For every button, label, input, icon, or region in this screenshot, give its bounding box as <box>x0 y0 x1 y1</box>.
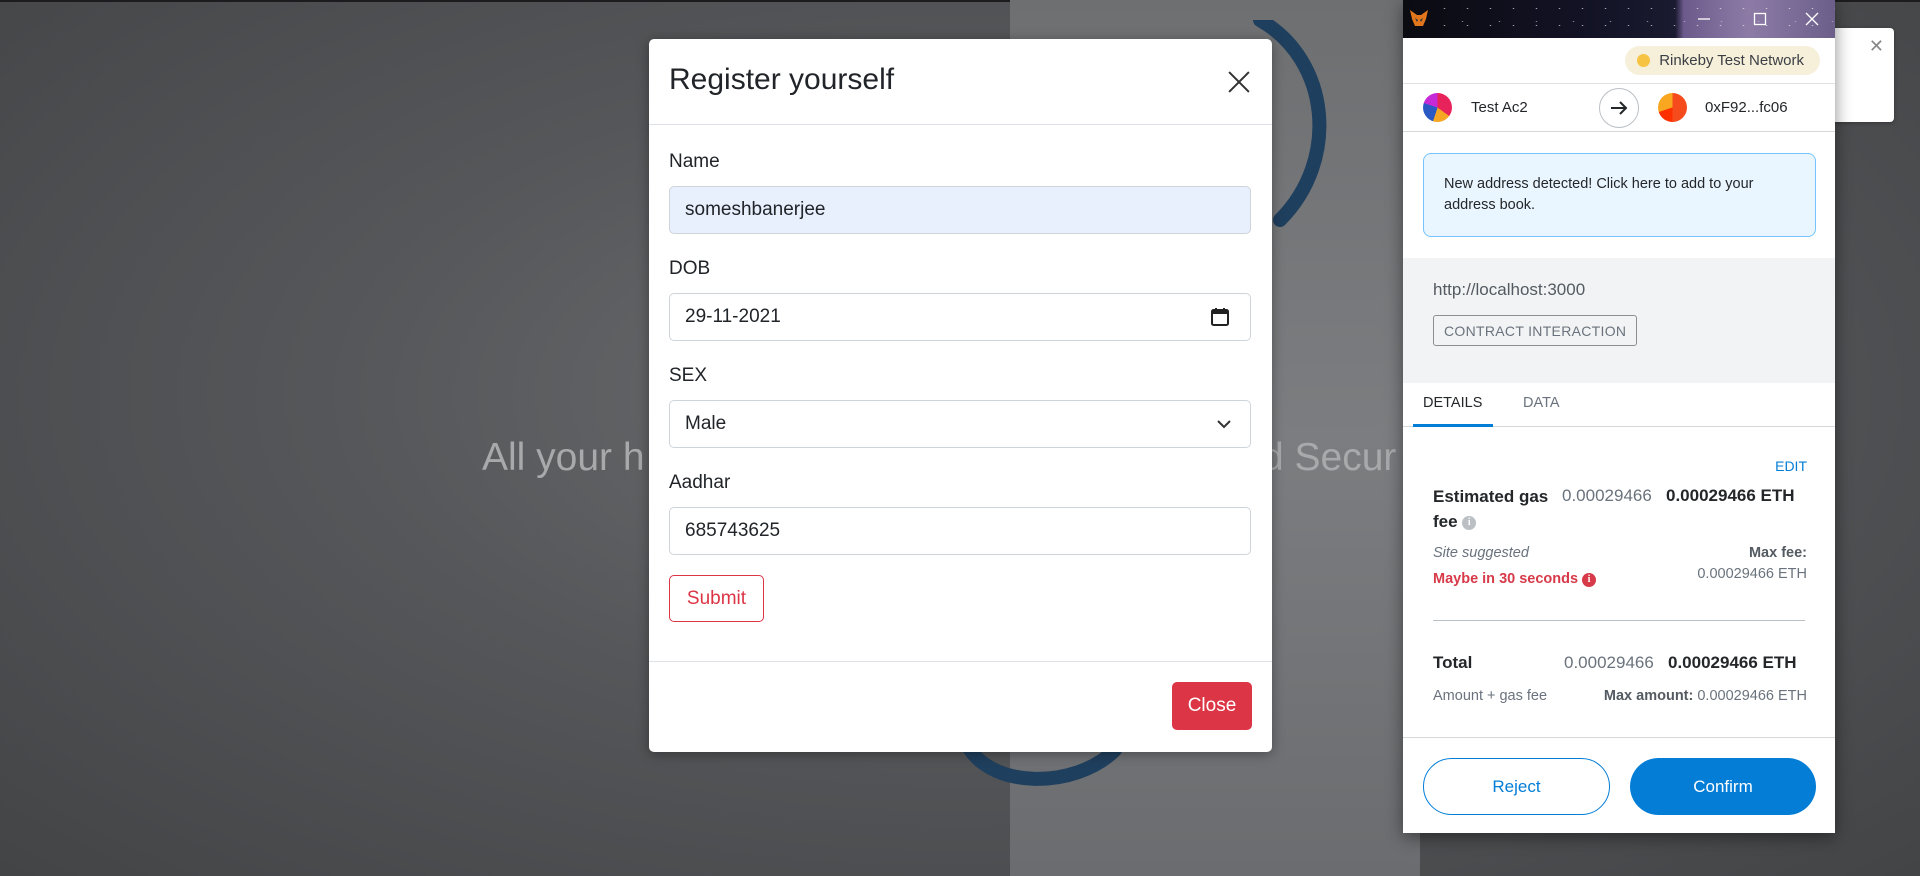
tab-data[interactable]: DATA <box>1523 395 1560 411</box>
window-titlebar <box>1403 0 1835 38</box>
divider <box>1433 620 1805 621</box>
calendar-icon[interactable] <box>1210 307 1230 327</box>
gas-fee-primary: 0.00029466 ETH <box>1666 486 1795 505</box>
close-button[interactable]: Close <box>1172 682 1252 730</box>
total-primary: 0.00029466 ETH <box>1668 653 1797 672</box>
active-tab-indicator <box>1413 424 1493 427</box>
contract-interaction-badge: CONTRACT INTERACTION <box>1433 315 1638 346</box>
gas-fee-secondary: 0.00029466 <box>1562 486 1652 505</box>
warning-info-icon[interactable]: i <box>1582 573 1597 587</box>
max-amount: Max amount: 0.00029466 ETH <box>1604 688 1807 704</box>
network-bar: Rinkeby Test Network <box>1403 38 1835 84</box>
metamask-fox-icon <box>1410 10 1428 26</box>
name-input[interactable]: someshbanerjee <box>669 186 1251 234</box>
account-bar: Test Ac2 0xF92...fc06 <box>1403 84 1835 132</box>
max-fee-label: Max fee: <box>1748 545 1807 561</box>
hero-heading-left: All your h <box>482 436 645 479</box>
to-account-address[interactable]: 0xF92...fc06 <box>1705 99 1788 116</box>
eta-warning: Maybe in 30 seconds i <box>1433 571 1597 587</box>
new-address-notice[interactable]: New address detected! Click here to add … <box>1423 153 1816 237</box>
submit-button[interactable]: Submit <box>669 575 764 622</box>
site-suggested-label: Site suggested <box>1433 545 1529 561</box>
minimize-icon[interactable] <box>1681 0 1727 38</box>
amount-gas-label: Amount + gas fee <box>1433 688 1548 704</box>
sex-select[interactable]: Male <box>669 400 1251 448</box>
name-label: Name <box>669 151 720 172</box>
notification-close-icon[interactable]: ✕ <box>1869 36 1884 57</box>
to-account-avatar <box>1658 93 1687 122</box>
network-name: Rinkeby Test Network <box>1659 52 1804 69</box>
max-fee-value: 0.00029466 ETH <box>1697 566 1807 582</box>
from-account-avatar <box>1423 93 1452 122</box>
metamask-footer: Reject Confirm <box>1403 737 1835 833</box>
maximize-icon[interactable] <box>1737 0 1783 38</box>
aadhar-input[interactable]: 685743625 <box>669 507 1251 555</box>
close-icon[interactable] <box>1224 67 1254 97</box>
dob-label: DOB <box>669 258 711 279</box>
gas-fee-label: Estimated gas fee i <box>1433 484 1563 534</box>
sex-value: Male <box>685 413 727 434</box>
details-tabs: DETAILS DATA <box>1403 383 1835 427</box>
info-icon[interactable]: i <box>1462 515 1477 530</box>
arrow-right-icon <box>1599 88 1639 128</box>
modal-body: Name someshbanerjee DOB 29-11-2021 SEX M… <box>649 125 1272 662</box>
confirm-button[interactable]: Confirm <box>1630 758 1816 815</box>
origin-url: http://localhost:3000 <box>1433 280 1586 299</box>
network-selector[interactable]: Rinkeby Test Network <box>1625 46 1820 75</box>
network-status-dot <box>1637 54 1651 67</box>
max-amount-label: Max amount: <box>1603 688 1694 704</box>
window-close-icon[interactable] <box>1789 0 1835 38</box>
modal-footer: Close <box>649 662 1272 751</box>
modal-header: Register yourself <box>649 39 1272 125</box>
total-label: Total <box>1433 653 1473 672</box>
dob-input[interactable]: 29-11-2021 <box>669 293 1251 341</box>
name-value: someshbanerjee <box>685 199 826 220</box>
tab-details[interactable]: DETAILS <box>1423 395 1482 411</box>
from-account-name: Test Ac2 <box>1471 99 1528 116</box>
sex-label: SEX <box>669 365 708 386</box>
modal-title: Register yourself <box>669 63 895 96</box>
aadhar-label: Aadhar <box>669 472 731 493</box>
hero-heading-right: d Secur <box>1262 436 1397 479</box>
gas-fee-label-text: Estimated gas fee <box>1433 487 1549 531</box>
eta-text: Maybe in 30 seconds <box>1433 571 1579 587</box>
chevron-down-icon <box>1217 420 1231 429</box>
dob-value: 29-11-2021 <box>685 306 781 327</box>
metamask-popup: Rinkeby Test Network Test Ac2 0xF92...fc… <box>1403 0 1835 833</box>
reject-button[interactable]: Reject <box>1423 758 1610 815</box>
edit-gas-link[interactable]: EDIT <box>1775 458 1807 474</box>
total-secondary: 0.00029466 <box>1564 653 1654 672</box>
register-modal: Register yourself Name someshbanerjee DO… <box>649 39 1272 752</box>
max-amount-value: 0.00029466 ETH <box>1697 688 1807 704</box>
aadhar-value: 685743625 <box>685 520 781 541</box>
